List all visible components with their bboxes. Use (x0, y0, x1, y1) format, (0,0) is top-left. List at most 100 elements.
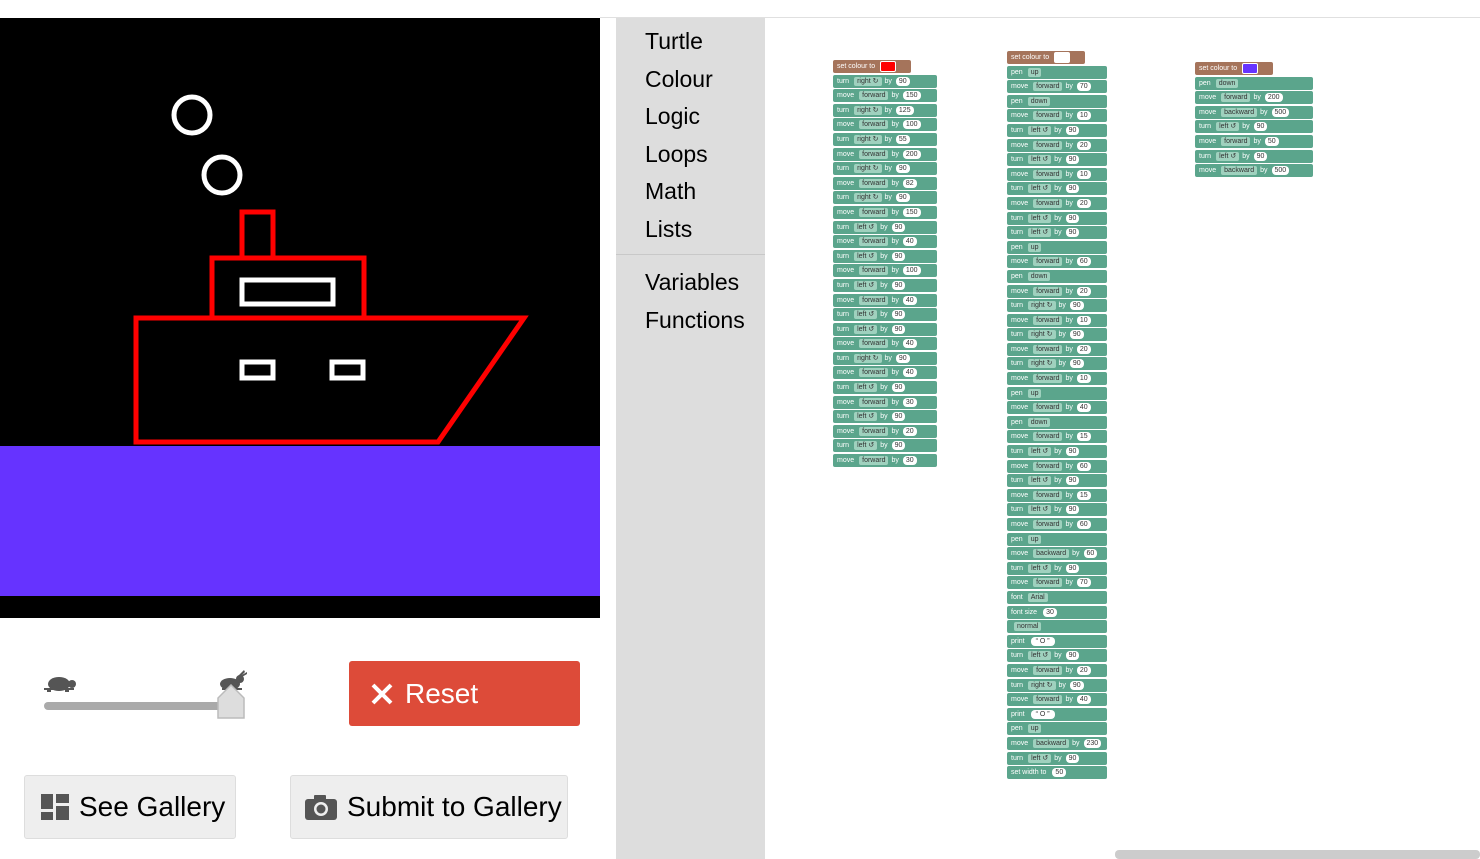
block-dropdown[interactable]: left ↺ (1028, 213, 1052, 223)
block-stack-white[interactable]: set colour to pen up move forward by 70 pen down… (1007, 51, 1107, 781)
block-text-input[interactable]: “ O ” (1030, 709, 1055, 719)
code-block[interactable]: move forward by 15 (1007, 488, 1107, 502)
block-number-input[interactable]: 150 (902, 207, 921, 217)
block-dropdown[interactable]: forward (1033, 578, 1063, 588)
code-block[interactable]: font size 30 (1007, 605, 1107, 619)
toolbox-category-colour[interactable]: Colour (645, 66, 713, 93)
block-dropdown[interactable]: left ↺ (1028, 447, 1052, 457)
block-number-input[interactable]: 20 (1076, 286, 1091, 296)
block-dropdown[interactable]: up (1027, 534, 1042, 544)
block-dropdown[interactable]: forward (1033, 520, 1063, 529)
code-block[interactable]: turn left ↺ by 90 (1007, 474, 1107, 488)
code-block[interactable]: move forward by 100 (833, 264, 937, 278)
block-dropdown[interactable]: forward (1033, 344, 1063, 354)
code-block[interactable]: turn left ↺ by 90 (833, 249, 937, 263)
block-number-input[interactable]: 40 (1076, 403, 1091, 413)
code-block[interactable]: move forward by 150 (833, 205, 937, 219)
block-dropdown[interactable]: right ↻ (854, 76, 882, 86)
block-dropdown[interactable]: forward (1033, 111, 1063, 121)
speed-slider[interactable] (40, 668, 255, 728)
block-number-input[interactable]: 60 (1076, 257, 1091, 267)
code-block[interactable]: pen down (1007, 415, 1107, 429)
block-dropdown[interactable]: forward (1033, 403, 1063, 413)
code-block[interactable]: move forward by 60 (1007, 459, 1107, 473)
block-stack-purple[interactable]: set colour to pen down move forward by 200 move… (1195, 62, 1313, 179)
block-dropdown[interactable]: forward (859, 266, 889, 276)
block-number-input[interactable]: 40 (1076, 695, 1091, 705)
code-block[interactable]: turn right ↻ by 90 (833, 162, 937, 176)
code-block[interactable]: turn left ↺ by 90 (833, 278, 937, 292)
code-block[interactable]: move forward by 82 (833, 176, 937, 190)
block-dropdown[interactable]: right ↻ (854, 164, 882, 174)
block-number-input[interactable]: 90 (891, 324, 906, 334)
block-dropdown[interactable]: forward (1033, 82, 1063, 92)
block-number-input[interactable]: 90 (1253, 151, 1268, 161)
code-block[interactable]: pen down (1195, 76, 1313, 90)
block-number-input[interactable]: 90 (1253, 122, 1268, 132)
block-number-input[interactable]: 90 (891, 251, 906, 261)
block-number-input[interactable]: 90 (891, 280, 906, 290)
block-number-input[interactable]: 90 (891, 383, 906, 393)
code-block[interactable]: turn left ↺ by 90 (1007, 445, 1107, 459)
block-dropdown[interactable]: forward (1033, 665, 1063, 675)
block-number-input[interactable]: 90 (1065, 125, 1080, 135)
block-dropdown[interactable]: right ↻ (1028, 301, 1056, 311)
code-block[interactable]: pen up (1007, 240, 1107, 254)
code-block[interactable]: turn right ↻ by 90 (833, 74, 937, 88)
see-gallery-button[interactable]: See Gallery (24, 775, 236, 839)
block-dropdown[interactable]: forward (859, 237, 889, 247)
code-block[interactable]: move forward by 40 (833, 366, 937, 380)
block-number-input[interactable]: 10 (1076, 169, 1091, 179)
block-number-input[interactable]: 20 (1076, 198, 1091, 208)
block-dropdown[interactable]: left ↺ (1028, 184, 1052, 194)
code-block[interactable]: move forward by 20 (1007, 138, 1107, 152)
set-colour-block[interactable]: set colour to (1195, 62, 1273, 75)
block-number-input[interactable]: 90 (1065, 155, 1080, 165)
block-number-input[interactable]: 500 (1271, 166, 1290, 176)
code-block[interactable]: move backward by 500 (1195, 164, 1313, 178)
colour-swatch[interactable] (880, 61, 897, 72)
block-dropdown[interactable]: forward (1033, 490, 1063, 500)
block-number-input[interactable]: 90 (1065, 505, 1080, 515)
block-number-input[interactable]: 90 (1069, 680, 1084, 690)
block-dropdown[interactable]: right ↻ (854, 105, 882, 115)
block-dropdown[interactable]: up (1027, 242, 1042, 252)
code-block[interactable]: move forward by 10 (1007, 167, 1107, 181)
block-number-input[interactable]: 50 (1264, 136, 1279, 146)
block-dropdown[interactable]: Arial (1027, 592, 1048, 602)
block-dropdown[interactable]: forward (859, 120, 889, 130)
toolbox-category-lists[interactable]: Lists (645, 216, 692, 243)
block-dropdown[interactable]: left ↺ (1028, 155, 1052, 165)
block-dropdown[interactable]: forward (859, 149, 889, 159)
block-dropdown[interactable]: up (1027, 724, 1042, 734)
code-block[interactable]: move forward by 20 (1007, 342, 1107, 356)
code-block[interactable]: set width to 50 (1007, 766, 1107, 780)
code-block[interactable]: move forward by 20 (1007, 196, 1107, 210)
toolbox-category-math[interactable]: Math (645, 178, 696, 205)
code-block[interactable]: turn left ↺ by 90 (833, 322, 937, 336)
code-block[interactable]: move backward by 500 (1195, 105, 1313, 119)
block-dropdown[interactable]: forward (1033, 198, 1063, 208)
block-dropdown[interactable]: left ↺ (854, 251, 878, 261)
block-number-input[interactable]: 90 (1065, 213, 1080, 223)
code-block[interactable]: turn left ↺ by 90 (1007, 649, 1107, 663)
code-block[interactable]: move forward by 40 (1007, 693, 1107, 707)
block-number-input[interactable]: 50 (1052, 768, 1067, 778)
slider-handle[interactable] (216, 684, 246, 720)
block-dropdown[interactable]: right ↻ (1028, 330, 1056, 340)
code-block[interactable]: move backward by 60 (1007, 547, 1107, 561)
block-number-input[interactable]: 60 (1076, 461, 1091, 471)
block-number-input[interactable]: 230 (1083, 738, 1102, 748)
block-dropdown[interactable]: left ↺ (1028, 125, 1052, 135)
block-dropdown[interactable]: forward (859, 397, 889, 407)
block-dropdown[interactable]: left ↺ (1028, 505, 1052, 515)
block-number-input[interactable]: 90 (1069, 301, 1084, 311)
code-block[interactable]: turn left ↺ by 90 (1007, 503, 1107, 517)
block-number-input[interactable]: 90 (891, 222, 906, 232)
block-number-input[interactable]: 90 (1065, 651, 1080, 661)
block-dropdown[interactable]: left ↺ (1028, 563, 1052, 573)
code-block[interactable]: turn left ↺ by 90 (1007, 182, 1107, 196)
code-block[interactable]: print “ O ” (1007, 634, 1107, 648)
set-colour-block[interactable]: set colour to (1007, 51, 1085, 64)
block-dropdown[interactable]: backward (1033, 738, 1070, 748)
